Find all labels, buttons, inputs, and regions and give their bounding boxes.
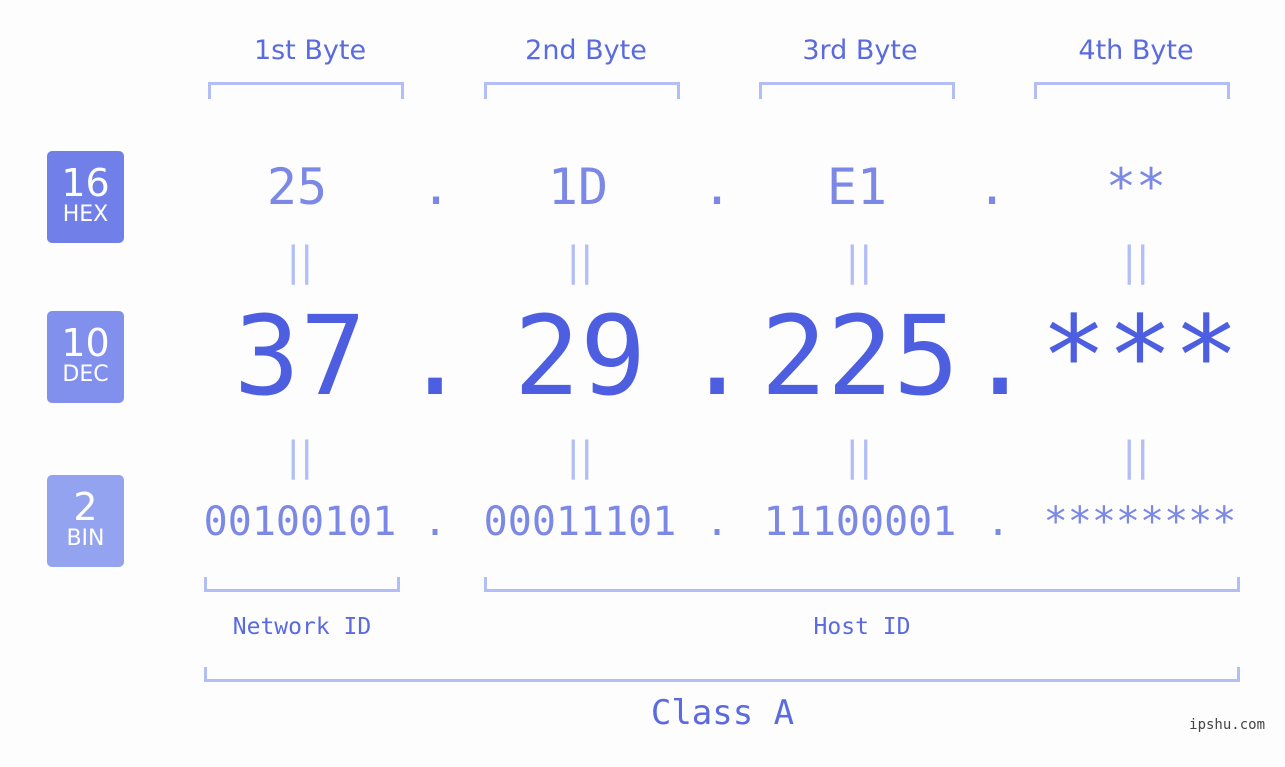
equals-icon: || — [1122, 434, 1150, 480]
equals-icon: || — [286, 239, 314, 285]
network-id-bracket — [204, 577, 400, 592]
hex-byte-1: 25 — [266, 158, 328, 216]
hex-dot-3: . — [976, 158, 1008, 216]
byte-header-4: 4th Byte — [1078, 35, 1194, 66]
bin-byte-1: 00100101 — [203, 499, 397, 545]
dec-dot-3: . — [967, 292, 1034, 420]
byte-bracket-3 — [759, 82, 955, 99]
host-id-label: Host ID — [813, 614, 911, 640]
equals-icon: || — [286, 434, 314, 480]
bin-byte-3: 11100001 — [763, 499, 957, 545]
hex-dot-1: . — [420, 158, 452, 216]
class-label: Class A — [650, 693, 795, 733]
byte-header-3: 3rd Byte — [802, 35, 918, 66]
dec-byte-1: 37 — [233, 292, 367, 420]
dec-byte-3: 225 — [760, 292, 960, 420]
byte-header-2: 2nd Byte — [525, 35, 647, 66]
bin-dot-1: . — [422, 499, 448, 545]
bin-dot-3: . — [985, 499, 1011, 545]
equals-icon: || — [566, 239, 594, 285]
byte-header-1: 1st Byte — [253, 35, 367, 66]
dec-badge-label: DEC — [62, 362, 109, 387]
host-id-bracket — [484, 577, 1240, 592]
equals-icon: || — [845, 434, 873, 480]
bin-badge-number: 2 — [73, 485, 98, 529]
watermark: ipshu.com — [1189, 717, 1265, 733]
hex-dot-2: . — [701, 158, 733, 216]
dec-byte-4: *** — [1040, 292, 1240, 420]
bin-badge-label: BIN — [66, 526, 105, 551]
byte-bracket-2 — [484, 82, 680, 99]
hex-byte-3: E1 — [826, 158, 888, 216]
hex-badge-number: 16 — [61, 161, 110, 205]
class-bracket — [204, 667, 1240, 682]
equals-icon: || — [845, 239, 873, 285]
dec-dot-2: . — [684, 292, 751, 420]
equals-icon: || — [1122, 239, 1150, 285]
byte-bracket-4 — [1034, 82, 1230, 99]
dec-byte-2: 29 — [513, 292, 647, 420]
dec-dot-1: . — [402, 292, 469, 420]
hex-badge-label: HEX — [62, 202, 109, 227]
byte-bracket-1 — [208, 82, 404, 99]
network-id-label: Network ID — [232, 614, 372, 640]
hex-badge: 16 HEX — [47, 151, 124, 243]
bin-byte-4: ******** — [1043, 499, 1237, 545]
dec-badge-number: 10 — [61, 321, 110, 365]
bin-dot-2: . — [704, 499, 730, 545]
bin-badge: 2 BIN — [47, 475, 124, 567]
dec-badge: 10 DEC — [47, 311, 124, 403]
hex-byte-2: 1D — [547, 158, 609, 216]
bin-byte-2: 00011101 — [483, 499, 677, 545]
hex-byte-4: ** — [1105, 158, 1167, 216]
equals-icon: || — [566, 434, 594, 480]
